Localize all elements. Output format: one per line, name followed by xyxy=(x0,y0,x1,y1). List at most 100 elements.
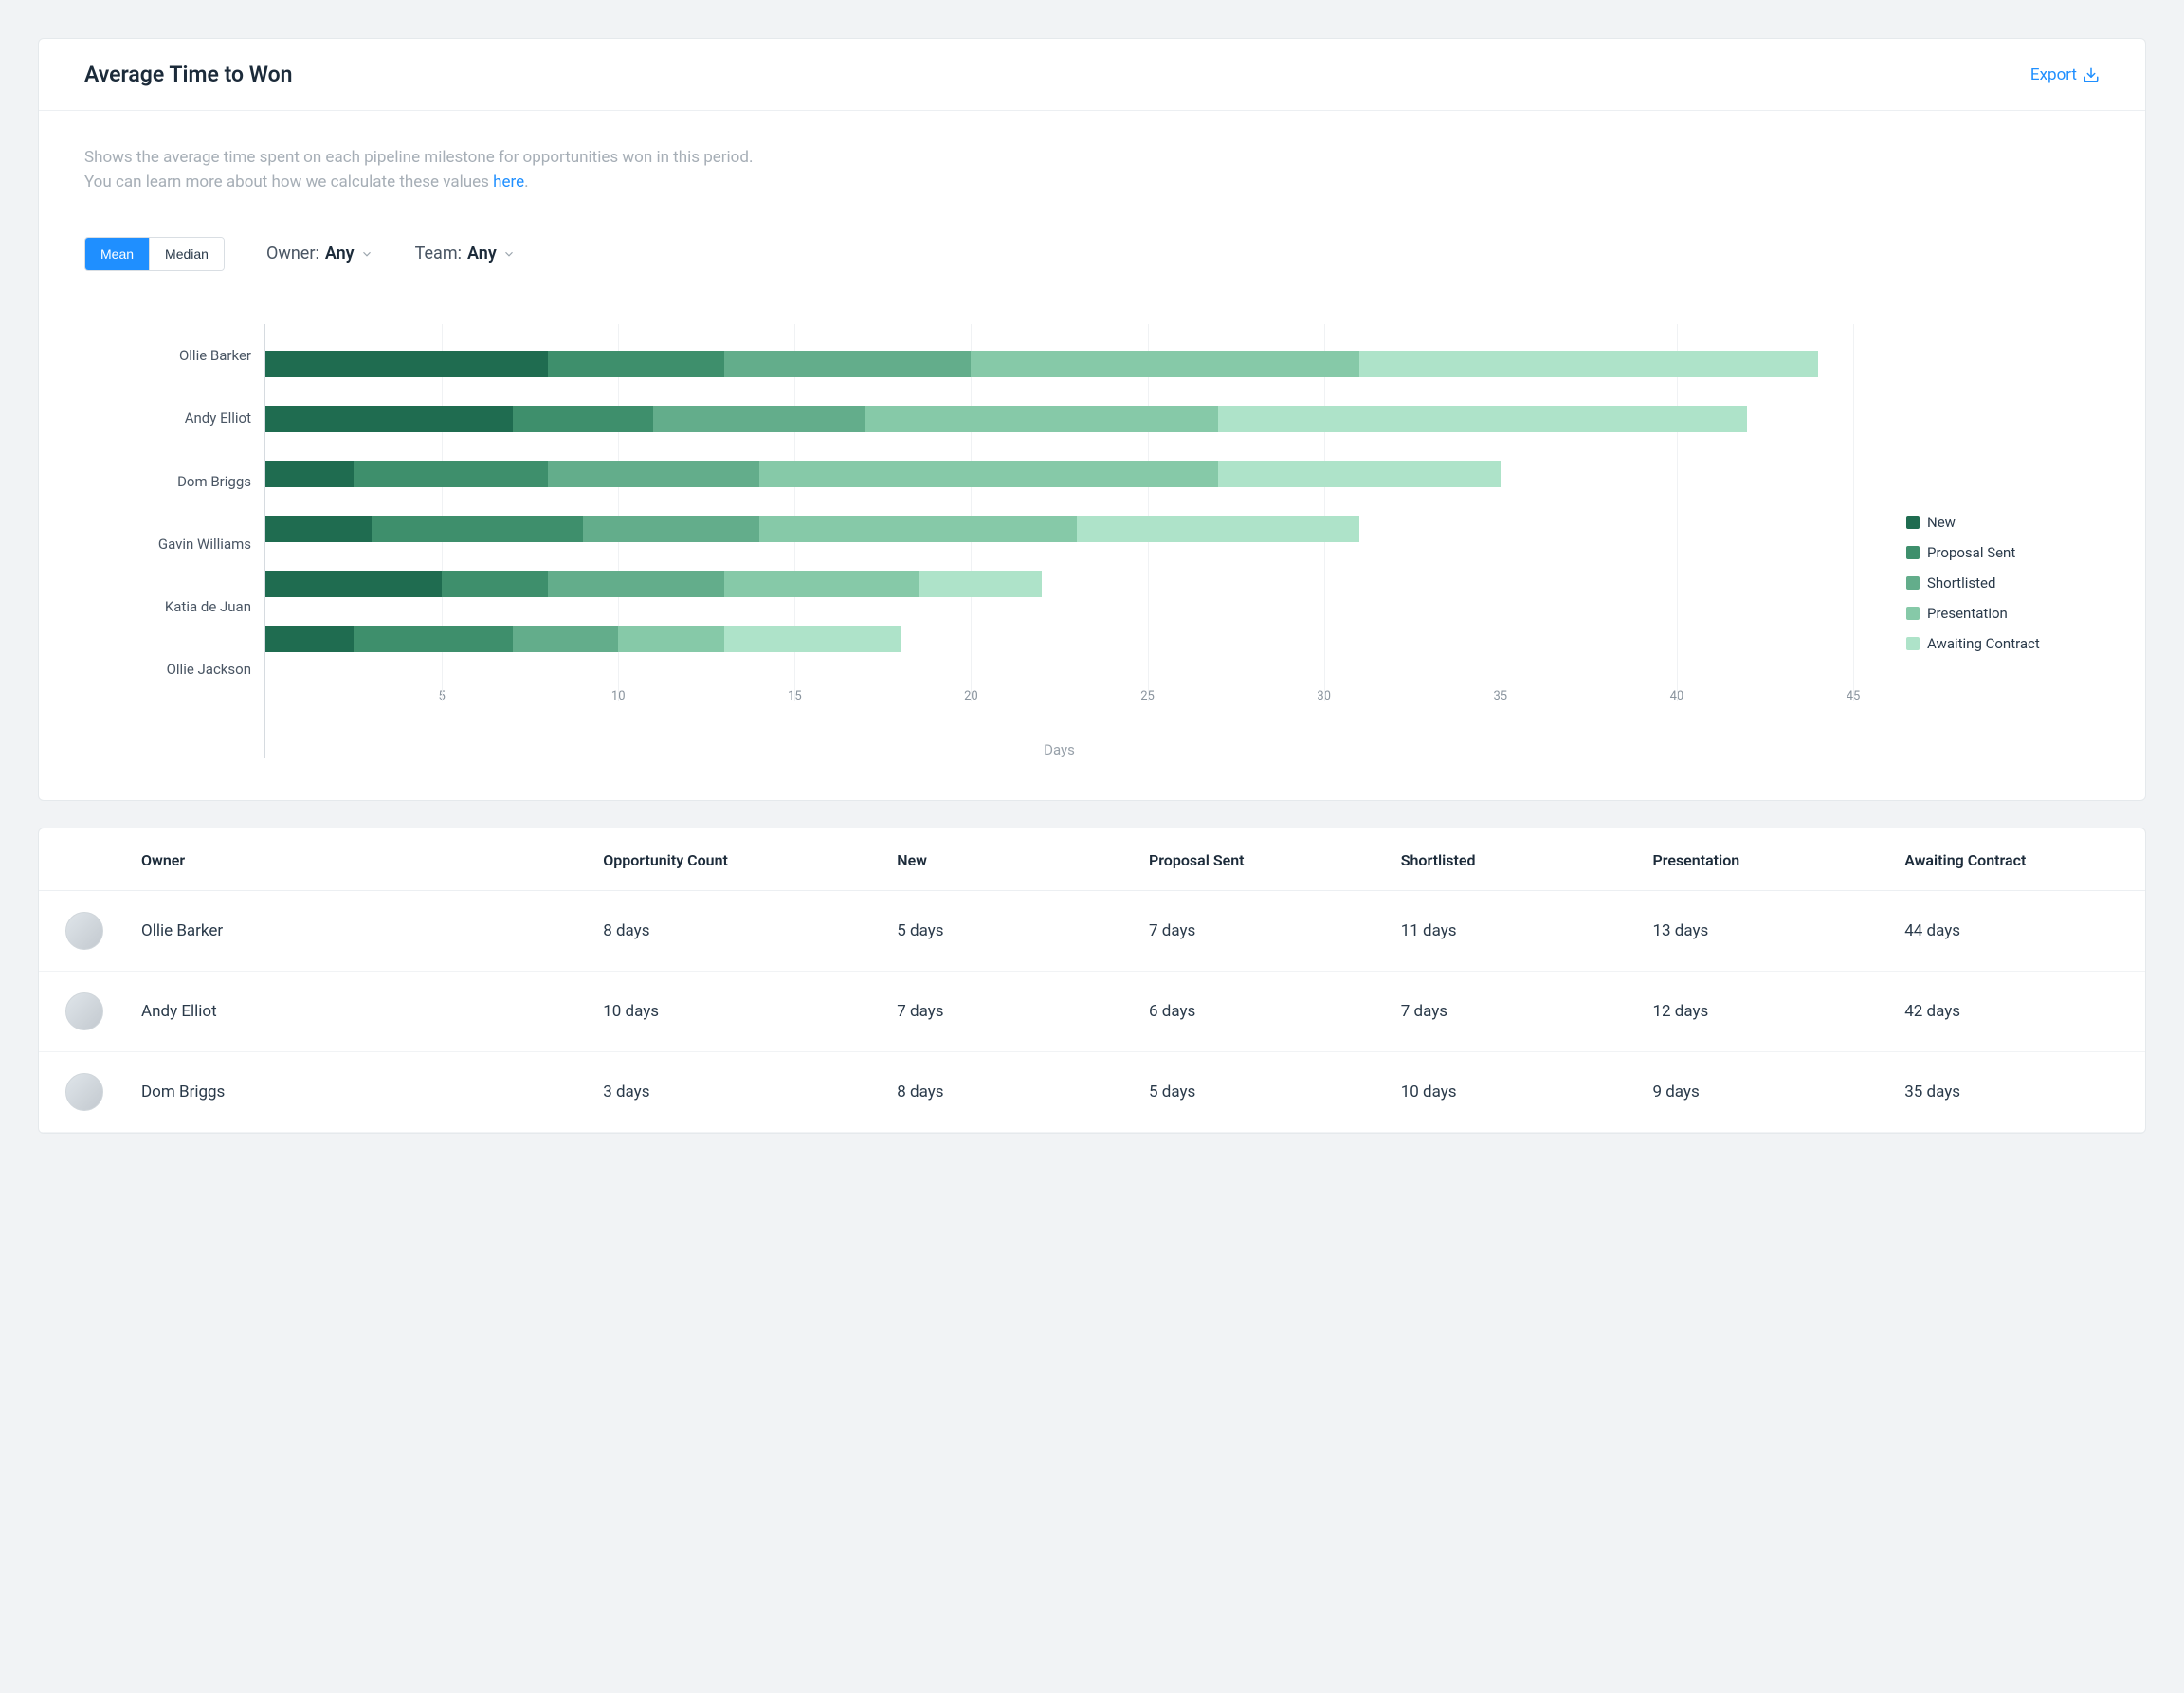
table-row[interactable]: Andy Elliot10 days7 days6 days7 days12 d… xyxy=(39,971,2145,1051)
chart-bar-segment xyxy=(513,406,654,432)
col-presentation-header: Presentation xyxy=(1641,828,1893,891)
owners-table: Owner Opportunity Count New Proposal Sen… xyxy=(39,828,2145,1133)
chevron-down-icon xyxy=(502,247,516,261)
col-shortlisted-header: Shortlisted xyxy=(1390,828,1642,891)
chart-bar-segment xyxy=(724,351,972,377)
chart-bar-segment xyxy=(759,461,1218,487)
legend-swatch xyxy=(1906,576,1920,590)
cell-avatar xyxy=(39,971,130,1051)
legend-label: Shortlisted xyxy=(1927,574,1995,592)
chart-category-label: Ollie Jackson xyxy=(84,642,264,697)
chart-bar-segment xyxy=(1077,516,1359,542)
chart-bar-segment xyxy=(1359,351,1818,377)
cell-shortlisted: 10 days xyxy=(1390,1051,1642,1132)
chart-category-label: Gavin Williams xyxy=(84,517,264,572)
legend-label: Presentation xyxy=(1927,605,2008,622)
chart-x-tick: 25 xyxy=(1140,689,1155,703)
description-line2-suffix: . xyxy=(524,173,528,191)
chart-bar-row xyxy=(265,626,1853,652)
col-oppcount-header: Opportunity Count xyxy=(592,828,885,891)
card-body: Shows the average time spent on each pip… xyxy=(39,111,2145,800)
mean-median-toggle: Mean Median xyxy=(84,237,225,271)
cell-awaiting: 42 days xyxy=(1893,971,2145,1051)
table-card: Owner Opportunity Count New Proposal Sen… xyxy=(38,828,2146,1134)
chevron-down-icon xyxy=(360,247,373,261)
owner-filter-value: Any xyxy=(325,244,355,264)
chart-category-label: Dom Briggs xyxy=(84,454,264,509)
chart-bar-segment xyxy=(919,571,1042,597)
chart-legend: New Proposal Sent Shortlisted Presentation A… xyxy=(1853,324,2100,665)
team-filter[interactable]: Team: Any xyxy=(415,244,516,264)
learn-more-link[interactable]: here xyxy=(493,173,524,191)
avatar xyxy=(65,992,103,1030)
cell-owner: Andy Elliot xyxy=(130,971,592,1051)
team-filter-label: Team: xyxy=(415,244,462,264)
chart-bar-row xyxy=(265,571,1853,597)
cell-oppcount: 10 days xyxy=(592,971,885,1051)
cell-new: 8 days xyxy=(885,1051,1138,1132)
cell-avatar xyxy=(39,1051,130,1132)
chart-bars xyxy=(265,324,1853,679)
legend-item: Presentation xyxy=(1906,605,2100,622)
chart-plot: 51015202530354045 Days xyxy=(264,324,1853,758)
chart-x-tick: 10 xyxy=(611,689,626,703)
cell-presentation: 12 days xyxy=(1641,971,1893,1051)
legend-item: New xyxy=(1906,514,2100,531)
chart-x-tick: 40 xyxy=(1670,689,1684,703)
description-line2-prefix: You can learn more about how we calculat… xyxy=(84,173,493,191)
chart-category-label: Katia de Juan xyxy=(84,579,264,634)
cell-new: 5 days xyxy=(885,890,1138,971)
page-title: Average Time to Won xyxy=(84,62,292,87)
legend-swatch xyxy=(1906,516,1920,529)
mean-button[interactable]: Mean xyxy=(85,238,149,270)
chart-x-label: Days xyxy=(265,741,1853,758)
chart-bar-segment xyxy=(653,406,864,432)
chart-bar-segment xyxy=(548,571,724,597)
col-new-header: New xyxy=(885,828,1138,891)
cell-owner: Dom Briggs xyxy=(130,1051,592,1132)
chart-category-labels: Ollie Barker Andy Elliot Dom Briggs Gavin W… xyxy=(84,324,264,701)
median-button[interactable]: Median xyxy=(149,238,224,270)
legend-label: Proposal Sent xyxy=(1927,544,2015,561)
cell-new: 7 days xyxy=(885,971,1138,1051)
export-button[interactable]: Export xyxy=(2030,65,2100,84)
chart-bar-segment xyxy=(618,626,724,652)
table-row[interactable]: Ollie Barker8 days5 days7 days11 days13 … xyxy=(39,890,2145,971)
chart-area: Ollie Barker Andy Elliot Dom Briggs Gavin W… xyxy=(84,324,2100,758)
description-line1: Shows the average time spent on each pip… xyxy=(84,145,2100,170)
avatar xyxy=(65,1073,103,1111)
chart-bar-segment xyxy=(354,461,548,487)
chart-bar-segment xyxy=(759,516,1077,542)
cell-oppcount: 8 days xyxy=(592,890,885,971)
chart-bar-segment xyxy=(724,626,901,652)
cell-presentation: 13 days xyxy=(1641,890,1893,971)
chart-bar-segment xyxy=(265,351,548,377)
chart-card: Average Time to Won Export Shows the ave… xyxy=(38,38,2146,801)
chart-category-label: Ollie Barker xyxy=(84,328,264,383)
chart-x-tick: 15 xyxy=(788,689,802,703)
chart-bar-segment xyxy=(265,461,354,487)
cell-shortlisted: 11 days xyxy=(1390,890,1642,971)
chart-bar-segment xyxy=(583,516,759,542)
chart-category-label: Andy Elliot xyxy=(84,391,264,446)
cell-avatar xyxy=(39,890,130,971)
legend-swatch xyxy=(1906,607,1920,620)
legend-label: New xyxy=(1927,514,1956,531)
chart-bar-segment xyxy=(971,351,1358,377)
legend-label: Awaiting Contract xyxy=(1927,635,2040,652)
cell-awaiting: 35 days xyxy=(1893,1051,2145,1132)
chart-x-tick: 5 xyxy=(438,689,445,703)
chart-bar-segment xyxy=(265,571,442,597)
chart-bar-segment xyxy=(354,626,513,652)
export-label: Export xyxy=(2030,65,2077,84)
cell-proposal: 7 days xyxy=(1138,890,1390,971)
col-awaiting-header: Awaiting Contract xyxy=(1893,828,2145,891)
chart-bar-row xyxy=(265,406,1853,432)
chart-bar-segment xyxy=(513,626,619,652)
cell-proposal: 6 days xyxy=(1138,971,1390,1051)
download-icon xyxy=(2083,66,2100,83)
cell-awaiting: 44 days xyxy=(1893,890,2145,971)
cell-oppcount: 3 days xyxy=(592,1051,885,1132)
owner-filter[interactable]: Owner: Any xyxy=(266,244,373,264)
table-row[interactable]: Dom Briggs3 days8 days5 days10 days9 day… xyxy=(39,1051,2145,1132)
